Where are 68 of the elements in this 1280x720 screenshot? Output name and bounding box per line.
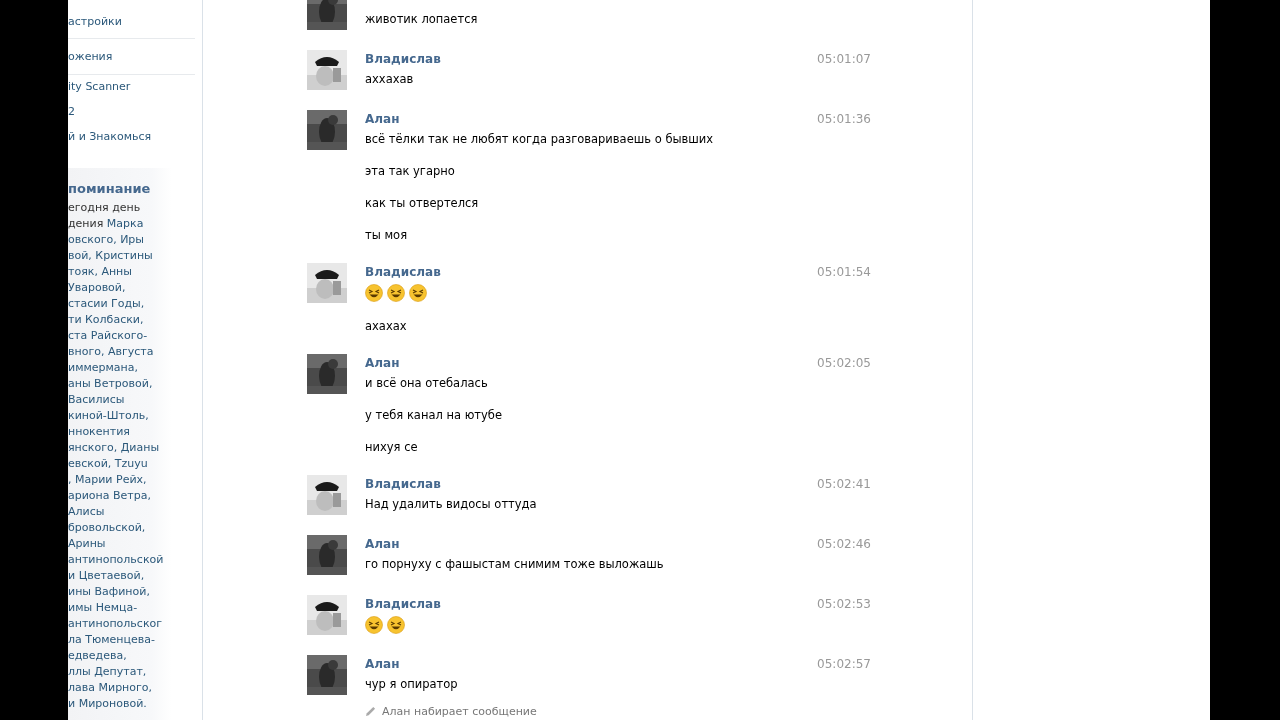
message-text: и всё она отебалась	[365, 375, 488, 391]
reminder-text-line: ти Колбаски,	[68, 312, 145, 328]
sender-name[interactable]: Алан	[365, 537, 400, 551]
reminder-text-line: бровольской,	[68, 520, 147, 536]
typing-indicator: Алан набирает сообщение	[382, 705, 537, 718]
reminder-text-line: вой, Кристины	[68, 248, 154, 264]
reminder-text-line: Василисы	[68, 392, 126, 408]
sender-name[interactable]: Алан	[365, 657, 400, 671]
menu-link[interactable]: 2	[68, 100, 195, 125]
reminder-text-line: иммермана,	[68, 360, 139, 376]
reminder-text-line: антинопольской	[68, 552, 165, 568]
reminder-text-line: и Мироновой.	[68, 696, 148, 712]
reminder-text-line: ллы Депутат,	[68, 664, 148, 680]
message-text: аххахав	[365, 71, 414, 87]
message-time: 05:01:36	[817, 112, 871, 126]
message-text: у тебя канал на ютубе	[365, 407, 503, 423]
reminder-text-line: антинопольског	[68, 616, 164, 632]
reminder-text-line: аны Ветровой,	[68, 376, 154, 392]
reminder-text-line: вного, Августа	[68, 344, 155, 360]
reminder-text-line: овского, Иры	[68, 232, 146, 248]
reminder-text-line: янского, Дианы	[68, 440, 161, 456]
reminder-text-line: киной-Штоль,	[68, 408, 150, 424]
reminder-text-line: и Цветаевой,	[68, 568, 146, 584]
reminder-text-line: имы Немца-	[68, 600, 139, 616]
reminder-text-line: Арины	[68, 536, 107, 552]
reminder-text-line: ины Вафиной,	[68, 584, 151, 600]
reminder-text-line: евской, Tzuyu	[68, 456, 149, 472]
reminder-text-line: тояк, Анны	[68, 264, 133, 280]
message-time: 05:01:54	[817, 265, 871, 279]
reminder-text-line: егодня день	[68, 200, 142, 216]
sender-name[interactable]: Алан	[365, 356, 400, 370]
message-time: 05:02:46	[817, 537, 871, 551]
reminder-text-line: стасии Годы,	[68, 296, 146, 312]
message-text: эта так угарно	[365, 163, 455, 179]
message-time: 05:02:05	[817, 356, 871, 370]
message-text: как ты отвертелся	[365, 195, 479, 211]
reminder-text-line: Алисы	[68, 504, 106, 520]
reminder-text-line: лава Мирного,	[68, 680, 154, 696]
sender-name[interactable]: Владислав	[365, 477, 441, 491]
reminder-text-line: ариона Ветра,	[68, 488, 152, 504]
message-text: чур я опиратор	[365, 676, 458, 692]
message-text: нихуя се	[365, 439, 418, 455]
sender-name[interactable]: Владислав	[365, 265, 441, 279]
sender-name[interactable]: Алан	[365, 112, 400, 126]
sender-name[interactable]: Владислав	[365, 52, 441, 66]
reminder-text-line: , Марии Рейх,	[68, 472, 148, 488]
menu-link[interactable]: астройки	[68, 0, 195, 39]
message-text: го порнуху с фашыстам снимим тоже выложашь	[365, 556, 664, 572]
message-text: животик лопается	[365, 11, 478, 27]
menu-link[interactable]: ity Scanner	[68, 75, 195, 100]
message-text: Над удалить видосы оттуда	[365, 496, 537, 512]
message-time: 05:02:57	[817, 657, 871, 671]
reminder-text-line: Уваровой,	[68, 280, 127, 296]
sender-name[interactable]: Владислав	[365, 597, 441, 611]
reminder-text-line: ла Тюменцева-	[68, 632, 156, 648]
message-time: 05:02:41	[817, 477, 871, 491]
message-text: всё тёлки так не любят когда разговариваешь о бывших	[365, 131, 714, 147]
reminder-title: поминание	[68, 180, 152, 197]
message-text: ахахах	[365, 318, 407, 334]
menu-link[interactable]: й и Знакомься	[68, 125, 195, 150]
message-time: 05:02:53	[817, 597, 871, 611]
message-text: ты моя	[365, 227, 408, 243]
message-time: 05:01:07	[817, 52, 871, 66]
reminder-text-line: ста Райского-	[68, 328, 149, 344]
reminder-text-line: ннокентия	[68, 424, 131, 440]
reminder-text-line: едведева,	[68, 648, 128, 664]
menu-link[interactable]: ожения	[68, 39, 195, 75]
reminder-text-line: дения Марка	[68, 216, 145, 232]
